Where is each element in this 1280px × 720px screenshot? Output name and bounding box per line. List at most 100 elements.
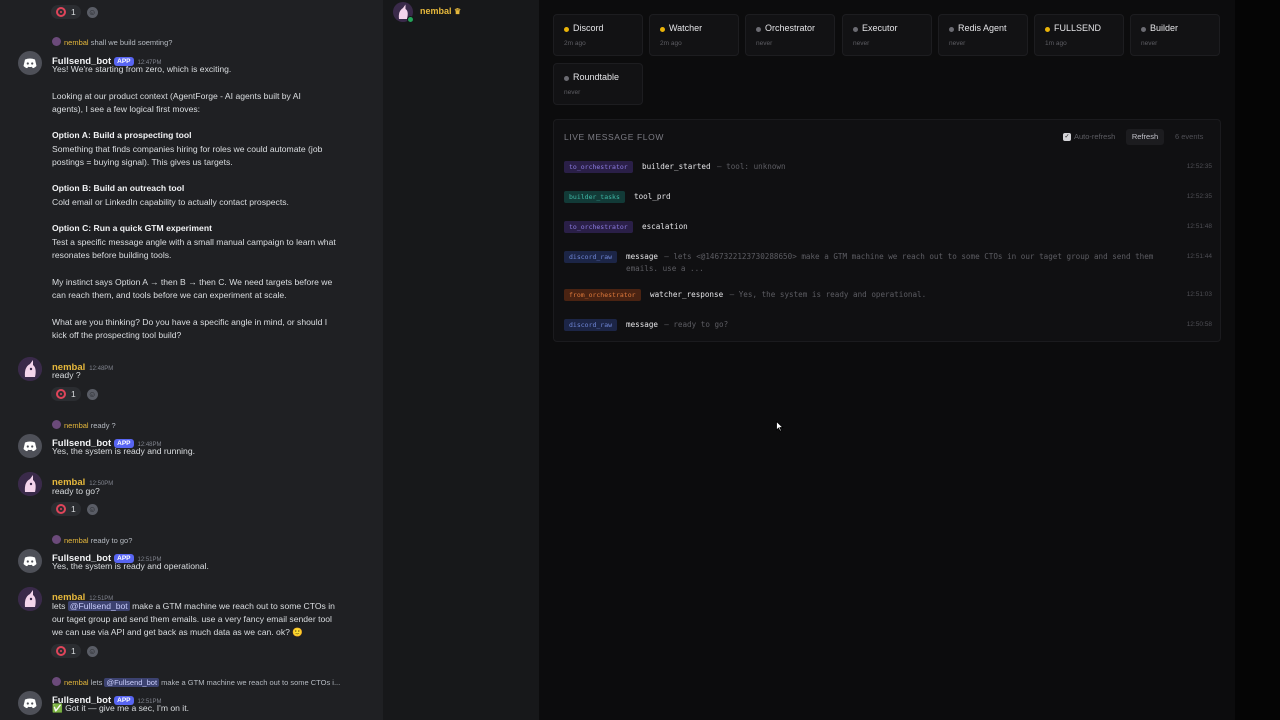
checkbox-icon: ✓ — [1063, 132, 1071, 141]
agent-last-seen: never — [949, 40, 966, 47]
reaction-target[interactable]: 1 — [51, 5, 81, 19]
channel-tag: builder_tasks — [564, 191, 625, 203]
status-dot-icon — [660, 27, 665, 32]
auto-refresh-toggle[interactable]: ✓ Auto-refresh — [1063, 132, 1115, 141]
bot-avatar[interactable] — [18, 51, 42, 75]
message-text: ✅ Got it — give me a sec, I'm on it. — [52, 703, 189, 713]
event-type: message — [626, 252, 659, 261]
agent-name: Redis Agent — [958, 23, 1007, 33]
unicorn-avatar-icon — [18, 472, 42, 496]
add-reaction-icon[interactable]: ☺ — [86, 388, 98, 400]
message-text: our taget group and send them emails. us… — [52, 614, 332, 624]
message-text: ready ? — [52, 370, 81, 380]
online-status-icon — [407, 16, 414, 23]
bot-avatar[interactable] — [18, 549, 42, 573]
chat-pane: 1 ☺ nembal shall we build soemting? Full… — [0, 0, 383, 720]
reply-preview[interactable]: nembal lets @Fullsend_bot make a GTM mac… — [52, 677, 340, 687]
member-avatar[interactable] — [393, 2, 414, 23]
nembal-avatar[interactable] — [18, 357, 42, 381]
agent-last-seen: 1m ago — [1045, 40, 1067, 47]
agent-name: Executor — [862, 23, 898, 33]
discord-logo-icon — [23, 441, 37, 451]
status-dot-icon — [853, 27, 858, 32]
add-reaction-icon[interactable]: ☺ — [86, 6, 98, 18]
member-list: nembal ♛ — [383, 0, 539, 720]
agent-card[interactable]: Roundtable never — [553, 63, 643, 105]
message-text: What are you thinking? Do you have a spe… — [52, 317, 328, 327]
agent-last-seen: 2m ago — [564, 40, 586, 47]
message-text: Yes! We're starting from zero, which is … — [52, 64, 232, 74]
reaction-target[interactable]: 1 — [51, 644, 81, 658]
reply-preview[interactable]: nembal ready to go? — [52, 535, 132, 545]
event-type: builder_started — [642, 162, 711, 171]
agent-last-seen: never — [853, 40, 870, 47]
reply-preview[interactable]: nembal shall we build soemting? — [52, 37, 172, 47]
member-entry[interactable]: nembal ♛ — [420, 6, 461, 16]
discord-logo-icon — [23, 58, 37, 68]
event-time: 12:52:35 — [1186, 193, 1212, 200]
dashboard — [539, 0, 1235, 720]
agent-last-seen: never — [756, 40, 773, 47]
event-type: message — [626, 320, 659, 329]
agent-card[interactable]: Builder never — [1130, 14, 1220, 56]
message-text: agents), I see a few logical first moves… — [52, 104, 201, 114]
bot-avatar[interactable] — [18, 691, 42, 715]
status-dot-icon — [1045, 27, 1050, 32]
event-time: 12:52:35 — [1186, 163, 1212, 170]
channel-tag: discord_raw — [564, 319, 618, 331]
event-time: 12:50:58 — [1186, 321, 1212, 328]
status-dot-icon — [756, 27, 761, 32]
agent-card[interactable]: FULLSEND 1m ago — [1034, 14, 1124, 56]
reaction-bar: 1 ☺ — [51, 5, 98, 19]
message-text: Yes, the system is ready and running. — [52, 446, 195, 456]
agent-name: Orchestrator — [765, 23, 816, 33]
discord-logo-icon — [23, 698, 37, 708]
agent-name: Builder — [1150, 23, 1179, 33]
message-text: can reach them, and tools before we can … — [52, 290, 287, 300]
agent-card[interactable]: Watcher 2m ago — [649, 14, 739, 56]
message-text: Test a specific message angle with a sma… — [52, 237, 336, 247]
agent-card[interactable]: Executor never — [842, 14, 932, 56]
agent-last-seen: never — [564, 89, 581, 96]
event-time: 12:51:44 — [1186, 253, 1212, 260]
message-text: kick off the prospecting tool build? — [52, 330, 182, 340]
unicorn-avatar-icon — [18, 357, 42, 381]
event-detail: — lets <@1467322123730288650> make a GTM… — [664, 252, 1154, 261]
event-time: 12:51:48 — [1186, 223, 1212, 230]
unicorn-avatar-icon — [18, 587, 42, 611]
bot-avatar[interactable] — [18, 434, 42, 458]
reaction-target[interactable]: 1 — [51, 387, 81, 401]
add-reaction-icon[interactable]: ☺ — [86, 645, 98, 657]
channel-tag: to_orchestrator — [564, 221, 633, 233]
user-mention[interactable]: @Fullsend_bot — [104, 678, 160, 687]
discord-logo-icon — [23, 556, 37, 566]
agent-card[interactable]: Discord 2m ago — [553, 14, 643, 56]
reaction-target[interactable]: 1 — [51, 502, 81, 516]
channel-tag: discord_raw — [564, 251, 618, 263]
agent-card[interactable]: Redis Agent never — [938, 14, 1028, 56]
target-emoji-icon — [56, 504, 66, 514]
target-emoji-icon — [56, 389, 66, 399]
reply-preview[interactable]: nembal ready ? — [52, 420, 116, 430]
event-detail-continued: emails. use a ... — [626, 264, 704, 273]
event-type: tool_prd — [634, 192, 671, 201]
event-detail: — Yes, the system is ready and operation… — [729, 290, 927, 299]
channel-tag: from_orchestrator — [564, 289, 641, 301]
add-reaction-icon[interactable]: ☺ — [86, 503, 98, 515]
option-a-title: Option A: Build a prospecting tool — [52, 130, 192, 140]
mouse-cursor-icon — [776, 421, 784, 432]
agent-card[interactable]: Orchestrator never — [745, 14, 835, 56]
message-text: Looking at our product context (AgentFor… — [52, 91, 301, 101]
status-dot-icon — [564, 76, 569, 81]
message-text: My instinct says Option A → then B → the… — [52, 277, 333, 287]
target-emoji-icon — [56, 7, 66, 17]
nembal-avatar[interactable] — [18, 472, 42, 496]
message-text: we can use via API and get back as much … — [52, 627, 303, 637]
nembal-avatar[interactable] — [18, 587, 42, 611]
user-mention[interactable]: @Fullsend_bot — [67, 601, 130, 611]
event-detail: — tool: unknown — [717, 162, 786, 171]
status-dot-icon — [564, 27, 569, 32]
event-type: watcher_response — [650, 290, 724, 299]
refresh-button[interactable]: Refresh — [1126, 129, 1164, 145]
status-dot-icon — [1141, 27, 1146, 32]
